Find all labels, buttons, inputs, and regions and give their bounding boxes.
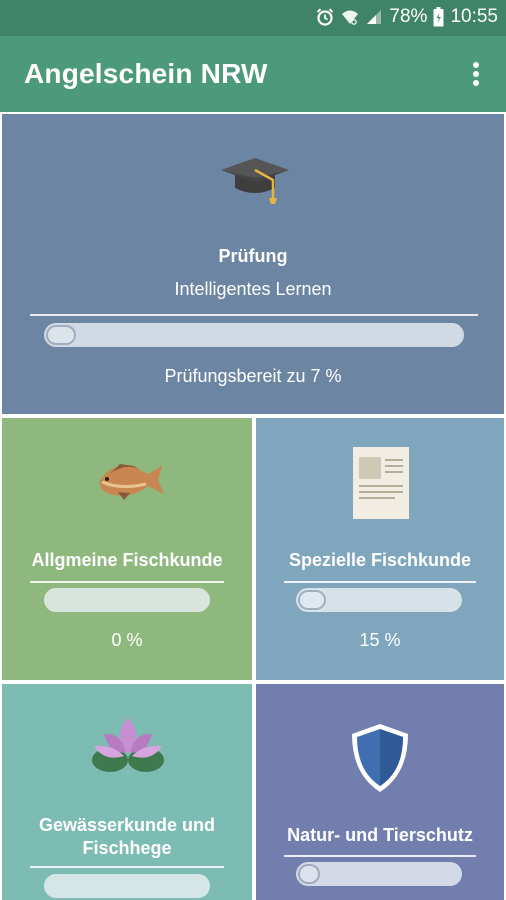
special-fish-tile[interactable]: Spezielle Fischkunde 15 % [256,418,504,680]
special-fish-percent: 15 % [359,630,401,650]
more-vert-icon[interactable] [464,58,488,90]
general-fish-progress-bar [44,588,210,612]
wifi-icon [341,8,359,26]
nature-progress-fill [298,864,320,884]
shield-icon [352,724,408,792]
nature-divider [284,855,476,857]
nature-tile[interactable]: Natur- und Tierschutz [256,684,504,900]
fish-icon [99,464,164,500]
battery-icon [433,7,444,27]
waters-divider [30,866,224,868]
graduation-cap-icon [221,158,289,204]
special-fish-title: Spezielle Fischkunde [288,550,472,570]
nature-progress-bar [296,862,462,886]
special-fish-divider [284,581,476,583]
exam-subtitle: Intelligentes Lernen [174,279,332,299]
waters-tile[interactable]: Gewässerkunde und Fischhege [2,684,252,900]
status-icons: 78% 10:55 [315,6,498,28]
app-title: Angelschein NRW [24,58,268,89]
general-fish-percent: 0 % [111,630,143,650]
lotus-icon [92,718,164,772]
clock: 10:55 [450,6,498,27]
waters-title-line2: Fischhege [82,838,172,858]
exam-tile[interactable]: Prüfung Intelligentes Lernen Prüfungsber… [2,114,504,414]
battery-percent: 78% [389,6,428,27]
status-bar: 78% 10:55 [0,0,506,36]
exam-status: Prüfungsbereit zu 7 % [164,366,342,386]
general-fish-title: Allgmeine Fischkunde [31,550,223,570]
nature-title: Natur- und Tierschutz [287,825,473,845]
special-fish-progress-fill [298,590,326,610]
exam-divider [30,314,478,316]
waters-progress-bar [44,874,210,898]
app-bar: Angelschein NRW [0,36,506,112]
waters-title-line1: Gewässerkunde und [38,815,216,835]
exam-progress-bar [44,323,464,347]
exam-title: Prüfung [218,246,288,266]
alarm-icon [315,7,335,27]
general-fish-divider [30,581,224,583]
document-icon [353,447,409,519]
general-fish-tile[interactable]: Allgmeine Fischkunde 0 % [2,418,252,680]
special-fish-progress-bar [296,588,462,612]
signal-icon [365,8,383,26]
exam-progress-fill [46,325,76,345]
